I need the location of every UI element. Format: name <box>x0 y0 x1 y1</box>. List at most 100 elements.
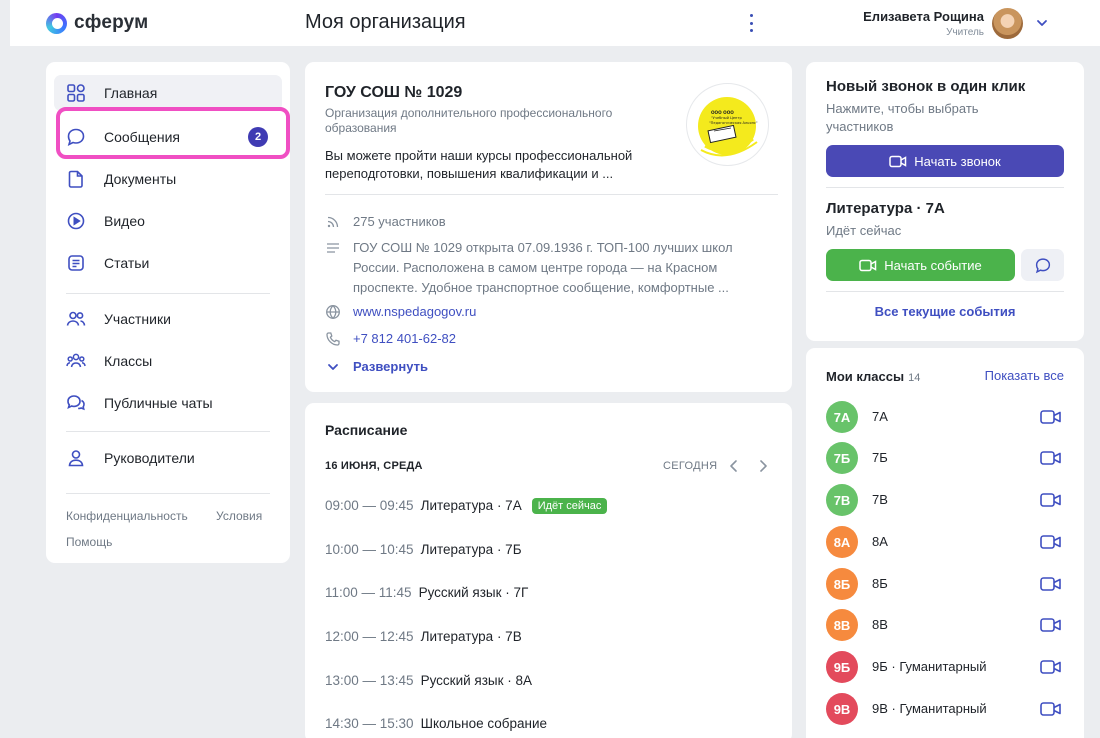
help-link[interactable]: Помощь <box>66 535 112 549</box>
class-name: 8А <box>872 534 888 549</box>
lesson-time: 13:00 — 13:45 <box>325 673 414 688</box>
my-classes-card: Мои классы 14 Показать все 7А 7А 7Б 7Б 7В 7В 8А… <box>806 348 1084 738</box>
lesson-subject: Литература · 7А <box>420 498 522 513</box>
lesson-time: 09:00 — 09:45 <box>325 498 414 513</box>
organization-description: Вы можете пройти наши курсы профессионал… <box>325 148 633 181</box>
lesson-subject: Литература · 7Б <box>420 542 522 557</box>
sidebar-item-label: Участники <box>104 311 171 327</box>
classes-icon <box>66 353 86 368</box>
class-avatar: 8Б <box>826 568 858 600</box>
class-row[interactable]: 7В 7В <box>826 484 1064 516</box>
class-row[interactable]: 7А 7А <box>826 401 1064 433</box>
video-camera-icon[interactable] <box>1040 409 1062 425</box>
class-name: 7А <box>872 409 888 424</box>
quick-call-card: Новый звонок в один клик Нажмите, чтобы … <box>806 62 1084 341</box>
lesson-time: 12:00 — 12:45 <box>325 629 414 644</box>
phone-icon <box>326 332 340 346</box>
organization-name: ГОУ СОШ № 1029 <box>325 84 463 101</box>
organization-about: ГОУ СОШ № 1029 открыта 07.09.1936 г. ТОП… <box>353 240 733 295</box>
start-event-label: Начать событие <box>884 257 982 273</box>
class-row[interactable]: 9В 9В · Гуманитарный <box>826 693 1064 725</box>
sidebar-item-label: Классы <box>104 353 153 369</box>
phone-link[interactable]: +7 812 401-62-82 <box>353 331 456 346</box>
class-avatar: 8В <box>826 609 858 641</box>
sidebar-item-video[interactable]: Видео <box>54 203 282 239</box>
lesson-row[interactable]: 10:00 — 10:45 Литература · 7Б <box>325 542 522 557</box>
members-count: 275 участников <box>353 214 446 229</box>
lesson-row[interactable]: 13:00 — 13:45 Русский язык · 8А <box>325 673 532 688</box>
lesson-row[interactable]: 11:00 — 11:45 Русский язык · 7Г <box>325 585 528 600</box>
class-row[interactable]: 8Б 8Б <box>826 568 1064 600</box>
start-call-button[interactable]: Начать звонок <box>826 145 1064 177</box>
divider <box>826 291 1064 292</box>
start-event-button[interactable]: Начать событие <box>826 249 1015 281</box>
logo-text: сферум <box>74 12 149 33</box>
expand-link[interactable]: Развернуть <box>353 359 428 374</box>
video-camera-icon[interactable] <box>1040 701 1062 717</box>
divider <box>826 187 1064 188</box>
all-events-link[interactable]: Все текущие события <box>806 304 1084 319</box>
call-subtitle: Нажмите, чтобы выбрать участников <box>826 101 979 134</box>
class-row[interactable]: 8А 8А <box>826 526 1064 558</box>
lesson-row[interactable]: 12:00 — 12:45 Литература · 7В <box>325 629 522 644</box>
event-chat-button[interactable] <box>1021 249 1064 281</box>
class-name: 9В · Гуманитарный <box>872 701 987 716</box>
sferum-logo[interactable]: сферум <box>46 12 148 34</box>
sidebar-item-articles[interactable]: Статьи <box>54 245 282 281</box>
website-link[interactable]: www.nspedagogov.ru <box>353 304 476 319</box>
show-all-link[interactable]: Показать все <box>985 368 1064 383</box>
page-title: Моя организация <box>305 11 466 33</box>
class-name: 7В <box>872 492 888 507</box>
home-grid-icon <box>67 84 85 102</box>
lesson-subject: Школьное собрание <box>420 716 548 731</box>
video-camera-icon[interactable] <box>1040 492 1062 508</box>
sidebar-item-managers[interactable]: Руководители <box>54 440 282 476</box>
sidebar-item-members[interactable]: Участники <box>54 301 282 337</box>
terms-link[interactable]: Условия <box>216 509 262 523</box>
video-camera-icon[interactable] <box>1040 534 1062 550</box>
class-avatar: 9Б <box>826 651 858 683</box>
description-lines-icon <box>327 243 339 253</box>
lesson-time: 14:30 — 15:30 <box>325 716 414 731</box>
more-options-icon[interactable] <box>746 14 756 32</box>
sferum-logo-icon <box>46 12 67 34</box>
class-avatar: 7В <box>826 484 858 516</box>
users-icon <box>66 311 86 326</box>
sidebar-item-home[interactable]: Главная <box>54 75 282 111</box>
user-menu[interactable]: Елизавета Рощина Учитель <box>840 0 1100 46</box>
video-camera-icon[interactable] <box>1040 659 1062 675</box>
class-row[interactable]: 9Б 9Б · Гуманитарный <box>826 651 1064 683</box>
classes-title: Мои классы 14 <box>826 369 920 384</box>
lesson-row[interactable]: 14:30 — 15:30 Школьное собрание <box>325 716 547 731</box>
schedule-title: Расписание <box>325 422 408 438</box>
class-avatar: 7А <box>826 401 858 433</box>
sidebar-item-documents[interactable]: Документы <box>54 161 282 197</box>
today-button[interactable]: СЕГОДНЯ <box>663 460 717 472</box>
video-camera-icon[interactable] <box>1040 576 1062 592</box>
svg-text:"Педагогическая Альянс": "Педагогическая Альянс" <box>709 121 758 125</box>
user-role: Учитель <box>946 27 984 38</box>
chevron-left-icon[interactable] <box>728 459 740 473</box>
class-row[interactable]: 8В 8В <box>826 609 1064 641</box>
video-camera-icon[interactable] <box>1040 617 1062 633</box>
divider <box>325 194 778 195</box>
avatar[interactable] <box>992 8 1023 39</box>
video-camera-icon[interactable] <box>1040 450 1062 466</box>
organization-logo-image: ООО ООО "Учебный Центр "Педагогическая А… <box>698 97 758 157</box>
sidebar-item-label: Статьи <box>104 255 150 271</box>
globe-icon <box>326 305 340 319</box>
sidebar-item-label: Главная <box>104 85 158 101</box>
class-row[interactable]: 7Б 7Б <box>826 442 1064 474</box>
privacy-link[interactable]: Конфиденциальность <box>66 509 188 523</box>
sidebar-item-public-chats[interactable]: Публичные чаты <box>54 385 282 421</box>
chevron-down-icon[interactable] <box>1036 17 1048 29</box>
chevron-right-icon[interactable] <box>757 459 769 473</box>
lesson-subject: Русский язык · 7Г <box>418 585 529 600</box>
sidebar-item-classes[interactable]: Классы <box>54 343 282 379</box>
document-icon <box>68 170 83 188</box>
lesson-row[interactable]: 09:00 — 09:45 Литература · 7А Идёт сейчас <box>325 498 608 514</box>
class-avatar: 7Б <box>826 442 858 474</box>
class-name: 7Б <box>872 450 888 465</box>
schedule-date: 16 ИЮНЯ, СРЕДА <box>325 460 423 472</box>
organization-logo-text: ООО ООО <box>711 110 734 115</box>
